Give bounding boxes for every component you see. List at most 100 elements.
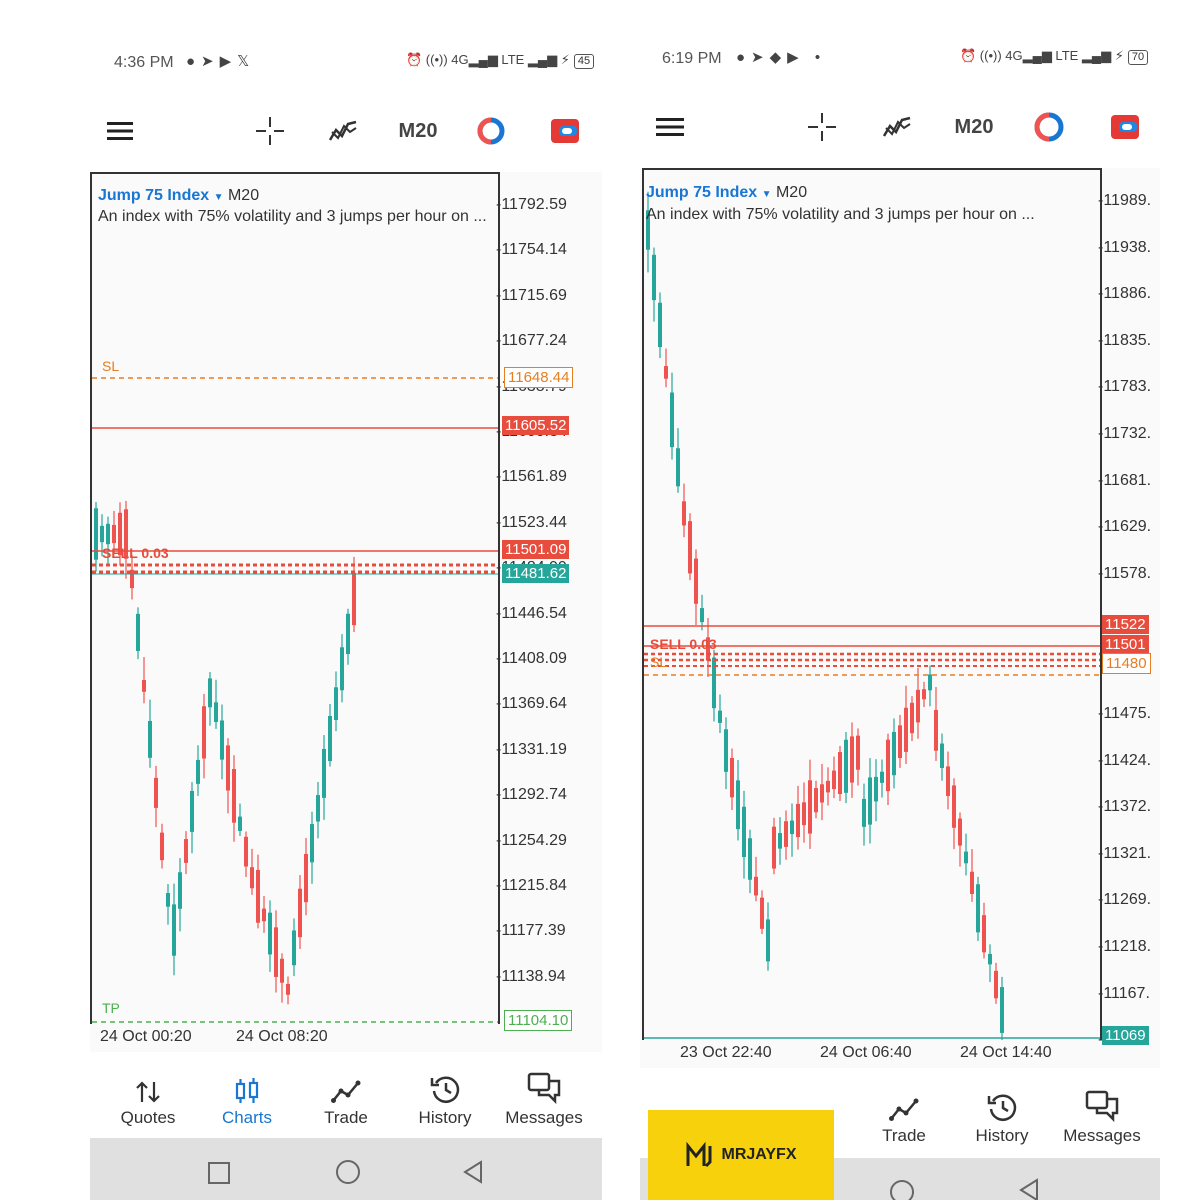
- candle-body: [202, 706, 206, 759]
- price-axis-label: -11792.59: [496, 196, 567, 213]
- candle-body: [802, 802, 806, 826]
- candle-body: [958, 818, 962, 846]
- candle-body: [994, 970, 998, 999]
- recents-button[interactable]: [208, 1162, 230, 1184]
- time-label-2: 24 Oct 06:40: [820, 1044, 912, 1061]
- candle-body: [940, 743, 944, 768]
- trade-nav-icon: [298, 1068, 394, 1104]
- back-button[interactable]: [1018, 1178, 1040, 1200]
- candle-body: [880, 771, 884, 783]
- candle-body: [856, 735, 860, 770]
- nav-history[interactable]: History: [954, 1086, 1050, 1146]
- price-chart[interactable]: Jump 75 Index ▼ M20 An index with 75% vo…: [640, 168, 1160, 1068]
- objects-icon[interactable]: [474, 111, 508, 151]
- price-axis-label: -11138.94: [496, 967, 566, 985]
- timeframe-button[interactable]: M20: [946, 107, 1002, 147]
- nav-trade[interactable]: Trade: [298, 1068, 394, 1128]
- candle-body: [262, 908, 266, 922]
- tp-price-tag: 11104.10: [504, 1010, 573, 1031]
- home-button[interactable]: [890, 1180, 914, 1200]
- price-chart[interactable]: Jump 75 Index ▼ M20 An index with 75% vo…: [90, 172, 602, 1052]
- nav-charts-label: Charts: [221, 1108, 273, 1127]
- candle-body: [280, 958, 284, 983]
- candle-body: [268, 912, 272, 955]
- candle-body: [910, 702, 914, 734]
- candle-body: [676, 448, 680, 487]
- candle-body: [274, 927, 278, 977]
- candle-body: [904, 707, 908, 752]
- nav-history[interactable]: History: [397, 1068, 493, 1128]
- candle-body: [304, 853, 308, 903]
- candle-body: [196, 759, 200, 784]
- price-axis-label: -11561.89: [496, 468, 567, 486]
- indicators-icon[interactable]: [880, 107, 914, 147]
- right-phone-screenshot: 6:19 PM ●➤◆▶ • ⏰ ((•)) 4G▂▄▆ LTE ▂▄▆ ⚡ 70…: [640, 0, 1160, 1200]
- symbol-dropdown-icon[interactable]: ▼: [214, 192, 224, 203]
- candle-body: [190, 790, 194, 832]
- candle-body: [784, 821, 788, 847]
- home-button[interactable]: [336, 1160, 360, 1184]
- candle-body: [808, 780, 812, 834]
- crosshair-icon[interactable]: [254, 111, 286, 151]
- symbol-name[interactable]: Jump 75 Index: [646, 184, 757, 201]
- price-axis-label: -11331.19: [496, 740, 567, 758]
- candle-body: [724, 729, 728, 772]
- price-axis-label: -11715.69: [496, 286, 567, 304]
- menu-icon[interactable]: [654, 107, 686, 147]
- timeframe-button[interactable]: M20: [390, 111, 446, 151]
- candle-body: [184, 839, 188, 863]
- nav-trade[interactable]: Trade: [856, 1086, 952, 1146]
- price-axis-label: -11681.: [1098, 471, 1152, 489]
- nav-quotes[interactable]: Quotes: [100, 1068, 196, 1128]
- charts-icon: [199, 1068, 295, 1104]
- candle-body: [748, 838, 752, 880]
- symbol-name[interactable]: Jump 75 Index: [98, 187, 209, 204]
- indicators-icon[interactable]: [326, 111, 360, 151]
- price-axis-label: -11372.: [1098, 798, 1152, 816]
- bid-price-tag: 11481.62: [502, 564, 570, 583]
- notification-icons: ●➤◆▶ •: [736, 49, 827, 66]
- sell-order-label: SELL 0.03: [102, 545, 169, 561]
- android-navigation-bar: [90, 1138, 602, 1200]
- price-axis-label: -11938.: [1098, 238, 1152, 256]
- candle-body: [106, 523, 110, 545]
- candle-body: [820, 784, 824, 803]
- nav-trade-label: Trade: [882, 1126, 926, 1145]
- objects-icon[interactable]: [1032, 107, 1066, 147]
- chart-toolbar: M20: [90, 111, 602, 151]
- chart-toolbar: M20: [640, 107, 1160, 147]
- candle-body: [934, 709, 938, 751]
- candle-body: [796, 803, 800, 838]
- candle-body: [688, 521, 692, 574]
- chart-plot-area[interactable]: Jump 75 Index ▼ M20 An index with 75% vo…: [642, 168, 1102, 1040]
- menu-icon[interactable]: [104, 111, 136, 151]
- price-axis-label: -11523.44: [496, 513, 567, 531]
- price-axis-label: -11835.: [1098, 331, 1152, 349]
- symbol-dropdown-icon[interactable]: ▼: [762, 189, 772, 200]
- back-button[interactable]: [462, 1160, 484, 1184]
- candle-body: [316, 795, 320, 822]
- nav-messages[interactable]: Messages: [1054, 1086, 1150, 1146]
- price-axis-label: -11629.: [1098, 518, 1152, 536]
- candle-body: [658, 302, 662, 348]
- candle-body: [172, 904, 176, 956]
- candle-body: [328, 715, 332, 762]
- price-axis-label: -11424.: [1098, 751, 1152, 769]
- candle-body: [244, 836, 248, 867]
- nav-messages[interactable]: Messages: [496, 1068, 592, 1128]
- candle-body: [988, 953, 992, 965]
- symbol-header[interactable]: Jump 75 Index ▼ M20: [98, 187, 259, 205]
- candle-body: [844, 739, 848, 793]
- candle-body: [826, 780, 830, 793]
- trade-icon[interactable]: [548, 111, 582, 151]
- price-axis-label: -11989.: [1098, 192, 1152, 209]
- chart-plot-area[interactable]: Jump 75 Index ▼ M20 An index with 75% vo…: [90, 172, 500, 1024]
- crosshair-icon[interactable]: [806, 107, 838, 147]
- symbol-description: An index with 75% volatility and 3 jumps…: [646, 206, 1035, 223]
- nav-charts[interactable]: Charts: [199, 1068, 295, 1128]
- trade-icon[interactable]: [1108, 107, 1142, 147]
- sl-label: SL: [102, 358, 120, 374]
- symbol-header[interactable]: Jump 75 Index ▼ M20: [646, 184, 807, 202]
- candle-body: [682, 501, 686, 526]
- order-price-tag-2: 11501: [1102, 635, 1149, 654]
